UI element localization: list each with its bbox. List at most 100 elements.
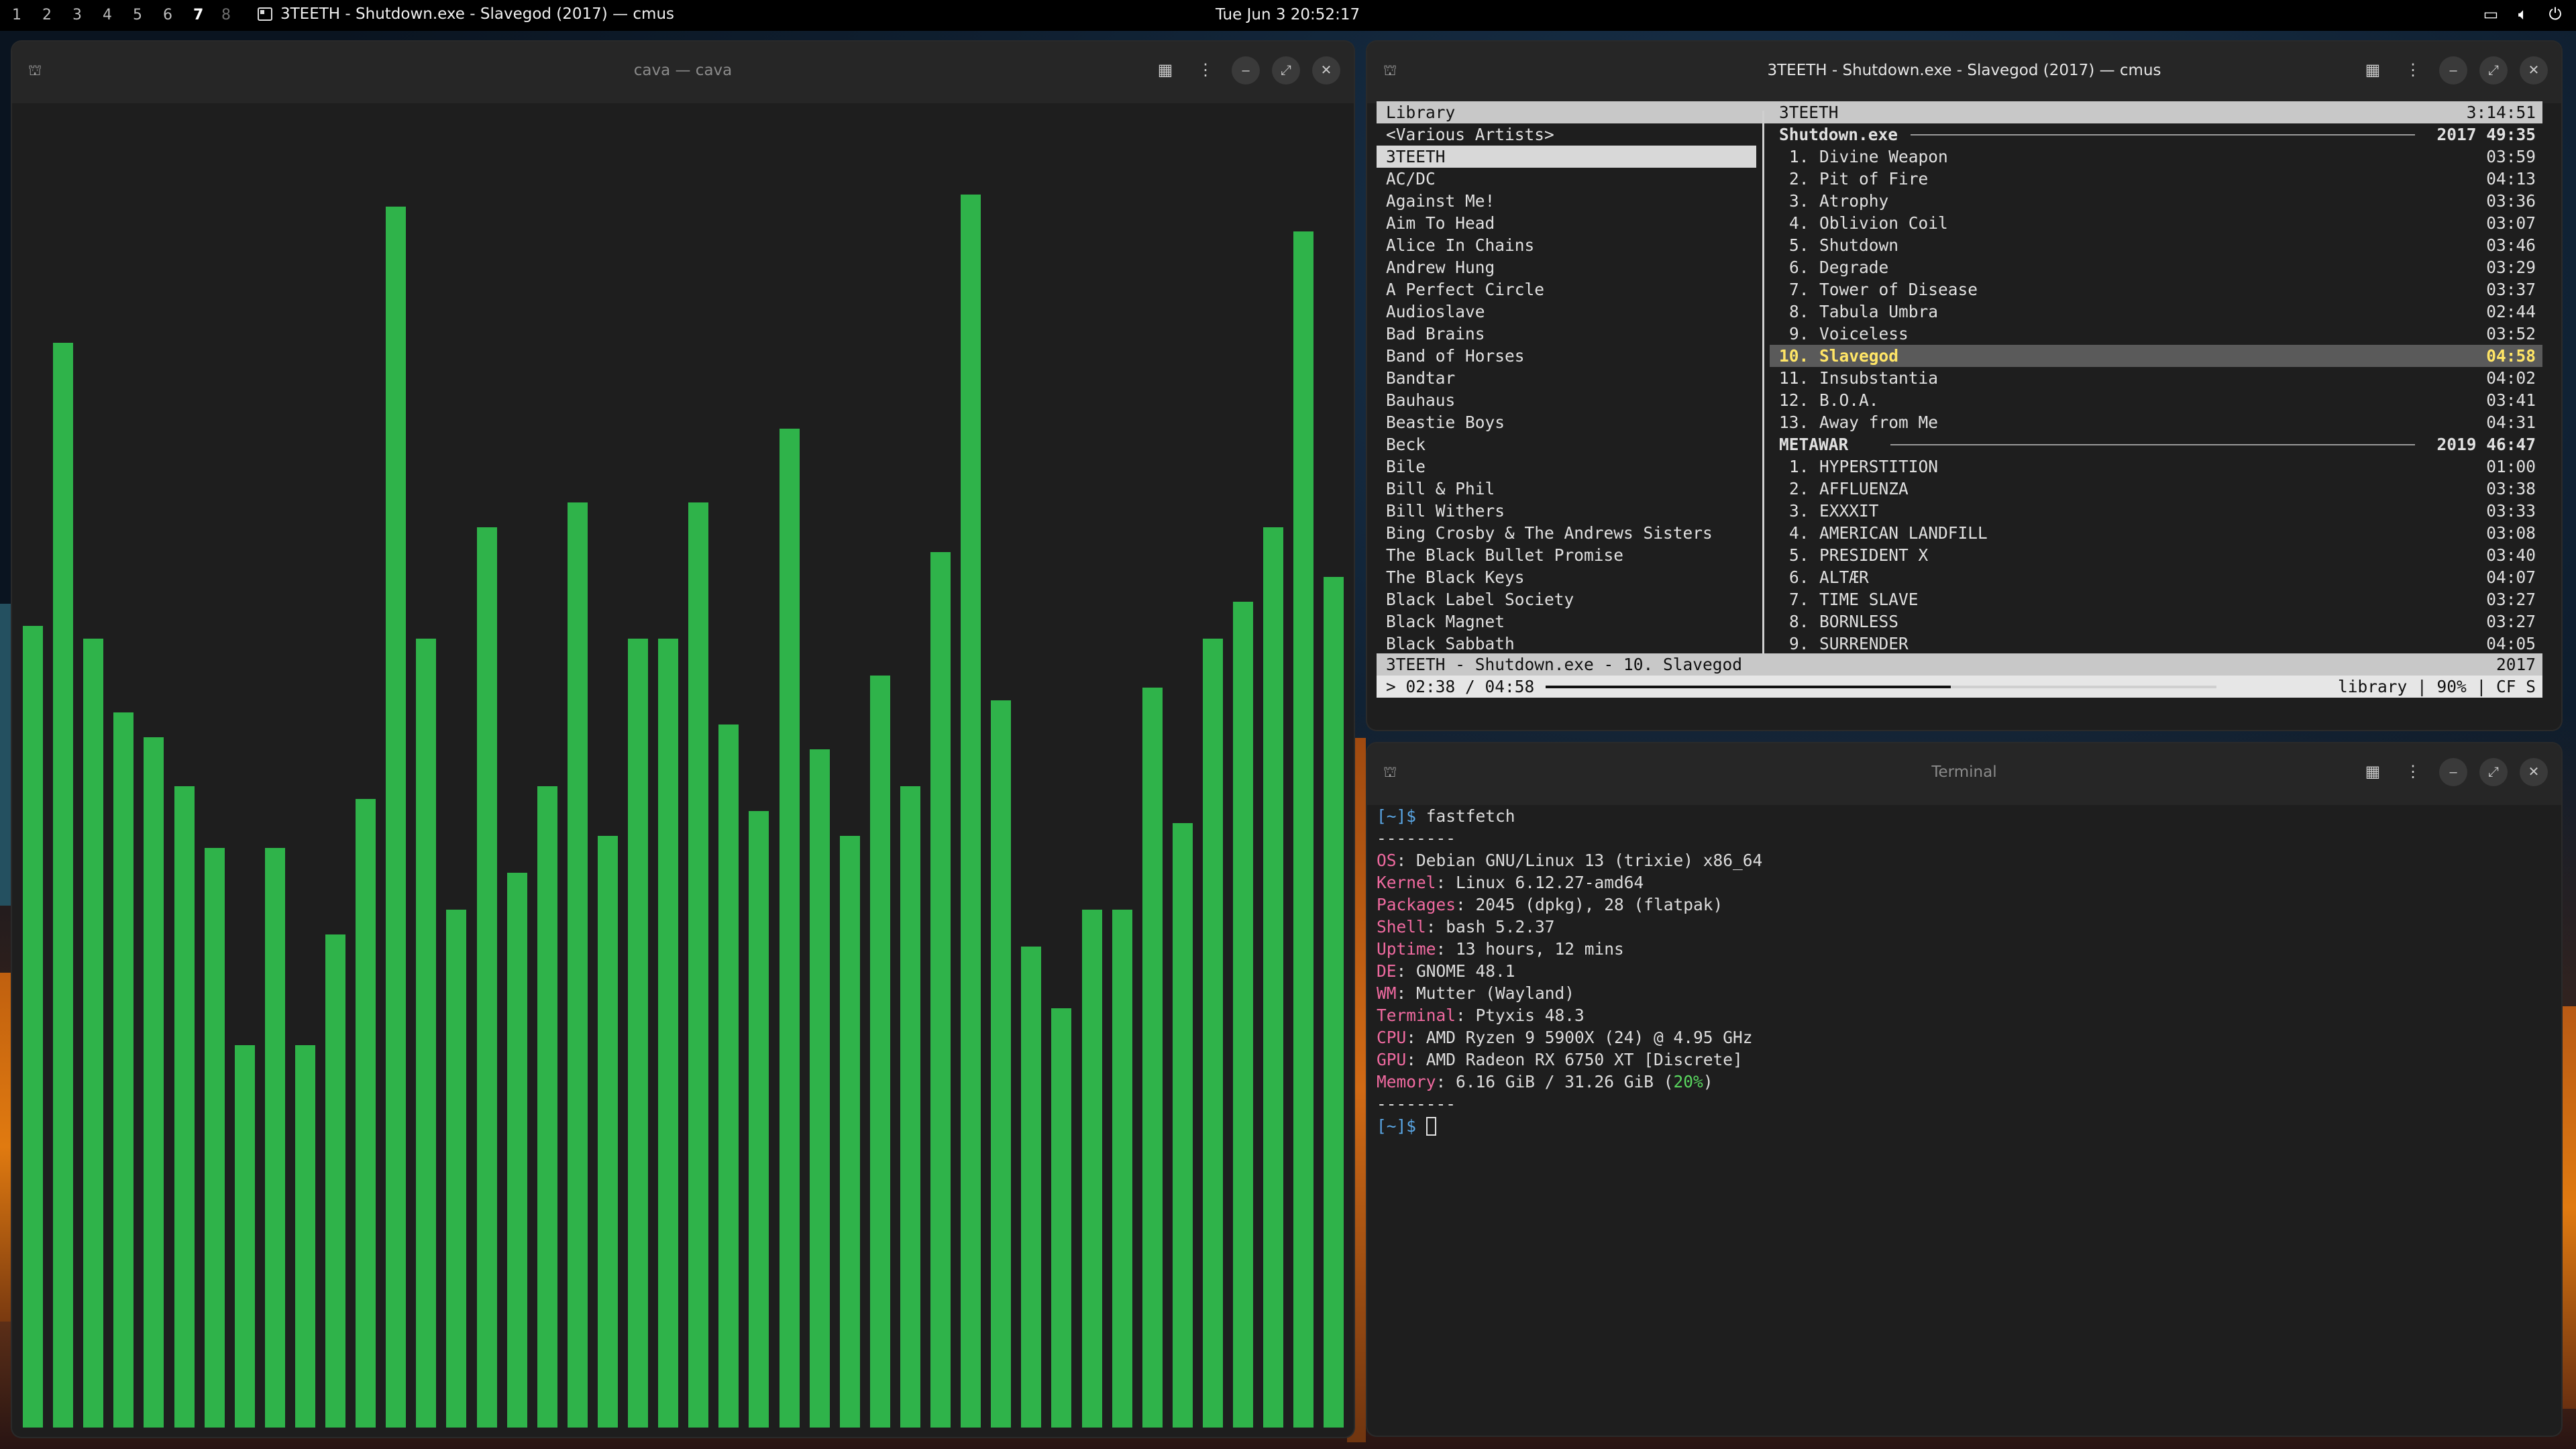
track-row[interactable]: 9. Voiceless 03:52: [1770, 323, 2542, 345]
track-row[interactable]: 3. Atrophy 03:36: [1770, 190, 2542, 212]
artist-item[interactable]: Bandtar: [1377, 367, 1756, 389]
track-row[interactable]: 7. Tower of Disease 03:37: [1770, 278, 2542, 301]
window-icon[interactable]: ▭: [2482, 5, 2500, 23]
workspace-3[interactable]: 3: [72, 7, 82, 23]
track-title: Tabula Umbra: [1819, 302, 1939, 321]
terminal-line: Uptime: 13 hours, 12 mins: [1377, 939, 1624, 959]
track-row[interactable]: 11. Insubstantia 04:02: [1770, 367, 2542, 389]
track-row[interactable]: 3. EXXXIT 03:33: [1770, 500, 2542, 522]
title-bar[interactable]: ⛫ Terminal ▦ ⋮ – ⤢ ✕: [1367, 743, 2561, 805]
artist-item[interactable]: Bile: [1377, 455, 1756, 478]
artist-item[interactable]: Beastie Boys: [1377, 411, 1756, 433]
track-row[interactable]: 2. AFFLUENZA 03:38: [1770, 478, 2542, 500]
artist-item[interactable]: Bill Withers: [1377, 500, 1756, 522]
visualizer-bar: [1263, 527, 1284, 1428]
clock[interactable]: Tue Jun 3 20:52:17: [1216, 6, 1360, 23]
track-row[interactable]: 8. Tabula Umbra 02:44: [1770, 301, 2542, 323]
visualizer-bar: [628, 639, 648, 1428]
track-row[interactable]: 7. TIME SLAVE 03:27: [1770, 588, 2542, 610]
workspace-4[interactable]: 4: [103, 7, 112, 23]
maximize-icon[interactable]: ⤢: [2479, 758, 2508, 786]
artist-item[interactable]: Alice In Chains: [1377, 234, 1756, 256]
track-time: 02:44: [2486, 302, 2536, 321]
workspace-8[interactable]: 8: [221, 7, 231, 23]
track-row[interactable]: 6. ALTÆR 04:07: [1770, 566, 2542, 588]
menu-icon[interactable]: ⋮: [2399, 758, 2427, 786]
visualizer-bar: [930, 552, 951, 1428]
workspace-2[interactable]: 2: [42, 7, 52, 23]
artist-item[interactable]: Black Label Society: [1377, 588, 1756, 610]
close-icon[interactable]: ✕: [2520, 56, 2548, 85]
title-bar[interactable]: ⛫ cava — cava ▦ ⋮ – ⤢ ✕: [12, 42, 1354, 103]
grid-icon[interactable]: ▦: [1151, 56, 1179, 85]
track-number: 4.: [1789, 523, 1809, 543]
track-time: 03:46: [2486, 235, 2536, 255]
artist-item[interactable]: Bauhaus: [1377, 389, 1756, 411]
artist-item[interactable]: Audioslave: [1377, 301, 1756, 323]
close-icon[interactable]: ✕: [1312, 56, 1340, 85]
track-row[interactable]: 4. Oblivion Coil 03:07: [1770, 212, 2542, 234]
artist-item[interactable]: The Black Bullet Promise: [1377, 544, 1756, 566]
track-row[interactable]: 1. HYPERSTITION 01:00: [1770, 455, 2542, 478]
menu-icon[interactable]: ⋮: [1191, 56, 1220, 85]
track-time: 04:02: [2486, 368, 2536, 388]
maximize-icon[interactable]: ⤢: [1272, 56, 1300, 85]
system-tray[interactable]: ▭ 🔈︎ ⏻: [2482, 5, 2564, 23]
track-row[interactable]: 13. Away from Me 04:31: [1770, 411, 2542, 433]
track-row[interactable]: 4. AMERICAN LANDFILL 03:08: [1770, 522, 2542, 544]
track-row[interactable]: 6. Degrade 03:29: [1770, 256, 2542, 278]
terminal-line: [~]$ fastfetch: [1377, 805, 1515, 827]
artist-item[interactable]: A Perfect Circle: [1377, 278, 1756, 301]
artist-item[interactable]: Black Magnet: [1377, 610, 1756, 633]
track-row[interactable]: 8. BORNLESS 03:27: [1770, 610, 2542, 633]
volume-icon[interactable]: 🔈︎: [2514, 5, 2532, 23]
menu-icon[interactable]: ⋮: [2399, 56, 2427, 85]
track-row[interactable]: 5. Shutdown 03:46: [1770, 234, 2542, 256]
progress-bar[interactable]: [1546, 686, 2216, 688]
artist-item[interactable]: Bing Crosby & The Andrews Sisters: [1377, 522, 1756, 544]
artist-item[interactable]: Black Sabbath: [1377, 633, 1756, 655]
workspace-6[interactable]: 6: [163, 7, 172, 23]
cursor[interactable]: [1426, 1117, 1436, 1136]
track-row[interactable]: 2. Pit of Fire 04:13: [1770, 168, 2542, 190]
artist-item[interactable]: 3TEETH: [1377, 146, 1756, 168]
artist-item[interactable]: Andrew Hung: [1377, 256, 1756, 278]
artist-item[interactable]: Beck: [1377, 433, 1756, 455]
track-row[interactable]: 9. SURRENDER 04:05: [1770, 633, 2542, 655]
artist-item[interactable]: Bill & Phil: [1377, 478, 1756, 500]
track-title: Degrade: [1819, 258, 1889, 277]
grid-icon[interactable]: ▦: [2359, 758, 2387, 786]
info-value: 6.16 GiB / 31.26 GiB (: [1456, 1072, 1674, 1091]
artist-item[interactable]: Against Me!: [1377, 190, 1756, 212]
focused-app[interactable]: 3TEETH - Shutdown.exe - Slavegod (2017) …: [258, 5, 674, 23]
power-icon[interactable]: ⏻: [2546, 5, 2564, 23]
visualizer-bar: [900, 786, 920, 1428]
track-row[interactable]: 5. PRESIDENT X 03:40: [1770, 544, 2542, 566]
minimize-icon[interactable]: –: [2439, 758, 2467, 786]
track-number: 3.: [1789, 501, 1809, 521]
artist-item[interactable]: <Various Artists>: [1377, 123, 1756, 146]
artist-item[interactable]: Aim To Head: [1377, 212, 1756, 234]
minimize-icon[interactable]: –: [1232, 56, 1260, 85]
visualizer-bar: [386, 207, 407, 1428]
artist-item[interactable]: Bad Brains: [1377, 323, 1756, 345]
track-number: 5.: [1789, 235, 1809, 255]
track-row[interactable]: 1. Divine Weapon 03:59: [1770, 146, 2542, 168]
prompt: [~]$: [1377, 806, 1417, 826]
minimize-icon[interactable]: –: [2439, 56, 2467, 85]
title-bar[interactable]: ⛫ 3TEETH - Shutdown.exe - Slavegod (2017…: [1367, 42, 2561, 103]
artist-item[interactable]: Band of Horses: [1377, 345, 1756, 367]
workspace-1[interactable]: 1: [12, 7, 21, 23]
workspace-7[interactable]: 7: [193, 7, 203, 23]
grid-icon[interactable]: ▦: [2359, 56, 2387, 85]
workspace-5[interactable]: 5: [133, 7, 142, 23]
artist-item[interactable]: The Black Keys: [1377, 566, 1756, 588]
close-icon[interactable]: ✕: [2520, 758, 2548, 786]
visualizer-bar: [416, 639, 437, 1428]
track-title: Atrophy: [1819, 191, 1889, 211]
info-value: Linux 6.12.27-amd64: [1456, 873, 1644, 892]
maximize-icon[interactable]: ⤢: [2479, 56, 2508, 85]
track-row[interactable]: 12. B.O.A. 03:41: [1770, 389, 2542, 411]
track-row[interactable]: 10. Slavegod 04:58: [1770, 345, 2542, 367]
artist-item[interactable]: AC/DC: [1377, 168, 1756, 190]
